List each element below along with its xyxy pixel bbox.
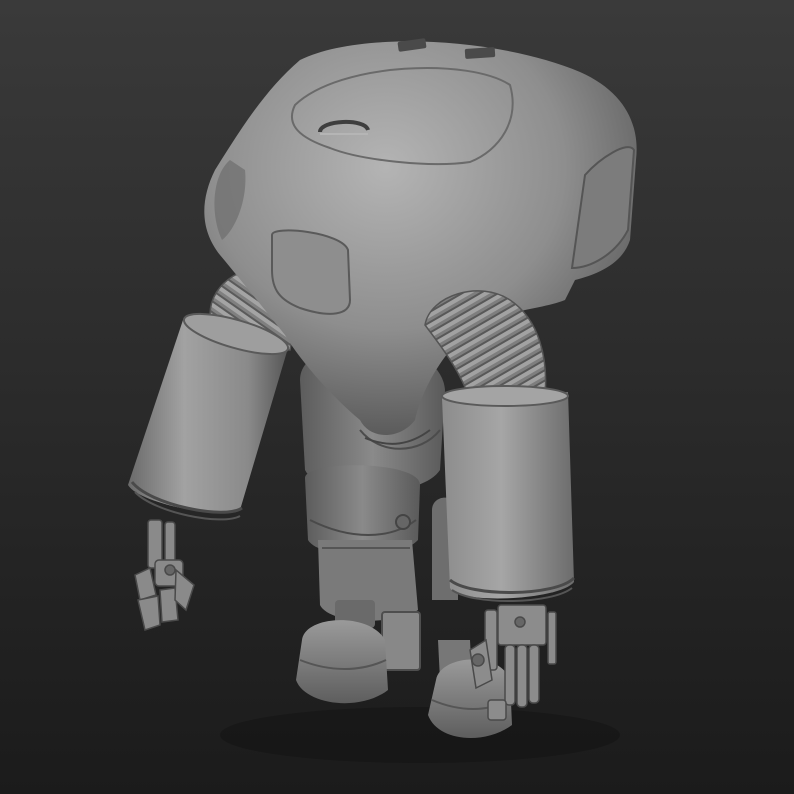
ground-shadow — [220, 707, 620, 763]
left-foot — [296, 620, 388, 704]
render-viewport — [0, 0, 794, 794]
left-hand — [134, 519, 195, 631]
robot-render — [128, 38, 637, 763]
right-arm — [441, 385, 576, 602]
right-foot — [428, 659, 512, 738]
left-arm — [128, 312, 290, 521]
top-slot — [464, 47, 496, 59]
